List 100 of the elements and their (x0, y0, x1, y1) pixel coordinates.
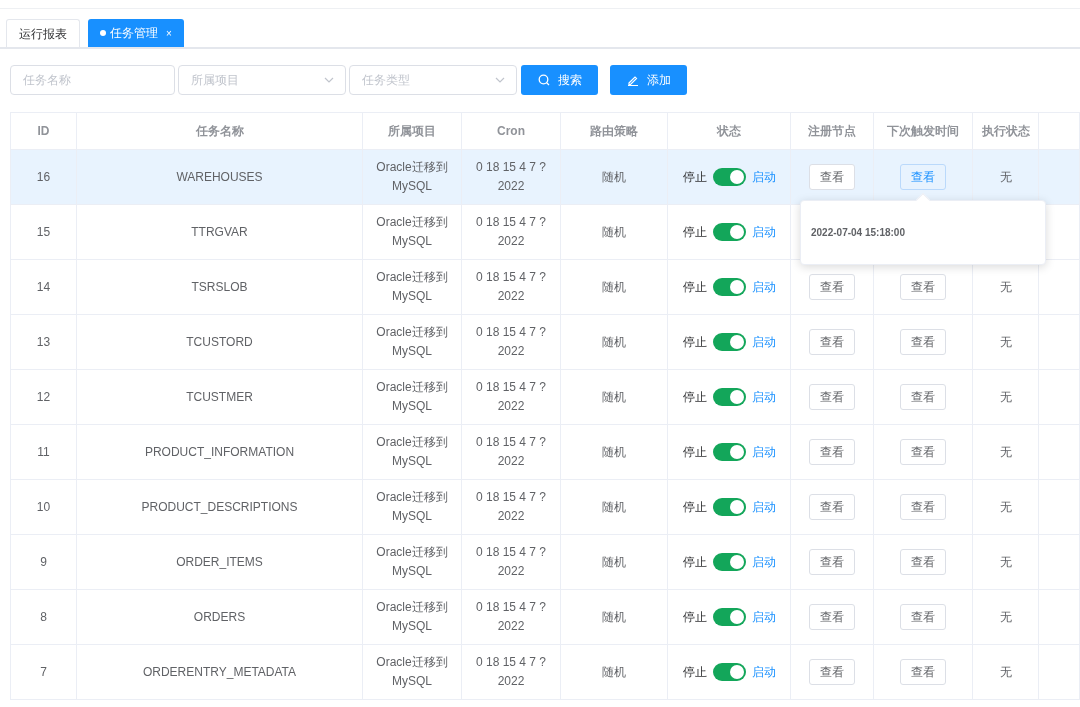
table-cell: Oracle迁移到MySQL (376, 600, 448, 633)
switch-label: 停止 (682, 498, 707, 516)
table-cell: 无 (999, 664, 1012, 679)
toggle-switch[interactable] (712, 663, 746, 681)
table-cell: Oracle迁移到MySQL (376, 160, 448, 193)
input-field[interactable]: 任务名称 (10, 65, 175, 95)
view-button[interactable]: 查看 (900, 329, 946, 355)
switch-label: 停止 (682, 553, 707, 571)
switch-label: 启动 (751, 223, 776, 241)
view-button[interactable]: 查看 (900, 604, 946, 630)
table-cell: 随机 (602, 664, 626, 679)
table-cell: 随机 (602, 609, 626, 624)
switch-label: 停止 (682, 168, 707, 186)
table-cell: ORDERS (193, 609, 246, 624)
table-cell: TSRSLOB (191, 279, 248, 294)
column-header: 状态 (717, 124, 741, 138)
view-button[interactable]: 查看 (900, 659, 946, 685)
select-field[interactable]: 所属项目 (178, 65, 346, 95)
column-header: 路由策略 (590, 124, 638, 138)
table-row[interactable]: 11 PRODUCT_INFORMATION Oracle迁移到MySQL 0 18 15 4 7 ? 2022 随机 停止 启动 查看 查看 无 (10, 424, 1080, 480)
table-cell: 随机 (602, 554, 626, 569)
chevron-down-icon (324, 77, 334, 83)
view-button[interactable]: 查看 (809, 439, 855, 465)
table-cell: 无 (999, 334, 1012, 349)
table-cell: 0 18 15 4 7 ? 2022 (475, 600, 547, 633)
table-row[interactable]: 14 TSRSLOB Oracle迁移到MySQL 0 18 15 4 7 ? 2022 随机 停止 启动 查看 查看 无 (10, 259, 1080, 315)
table-cell: 无 (999, 609, 1012, 624)
switch-label: 停止 (682, 443, 707, 461)
toggle-switch[interactable] (712, 223, 746, 241)
switch-label: 停止 (682, 608, 707, 626)
table-row[interactable]: 16 WAREHOUSES Oracle迁移到MySQL 0 18 15 4 7 ? 2022 随机 停止 启动 查看 查看 无 (10, 149, 1080, 205)
view-button[interactable]: 查看 (809, 549, 855, 575)
switch-label: 停止 (682, 223, 707, 241)
table-cell: 随机 (602, 279, 626, 294)
toggle-switch[interactable] (712, 168, 746, 186)
table-cell: Oracle迁移到MySQL (376, 435, 448, 468)
view-button[interactable]: 查看 (809, 329, 855, 355)
view-button[interactable]: 查看 (809, 274, 855, 300)
toggle-switch[interactable] (712, 608, 746, 626)
toggle-switch[interactable] (712, 333, 746, 351)
switch-label: 启动 (751, 333, 776, 351)
view-button[interactable]: 查看 (900, 274, 946, 300)
switch-label: 停止 (682, 278, 707, 296)
table-row[interactable]: 10 PRODUCT_DESCRIPTIONS Oracle迁移到MySQL 0 18 15 4 7 ? 2022 随机 停止 启动 查看 查看 无 (10, 479, 1080, 535)
table-cell: PRODUCT_DESCRIPTIONS (141, 499, 298, 514)
table-cell: 无 (999, 444, 1012, 459)
view-button[interactable]: 查看 (809, 164, 855, 190)
chevron-down-icon (495, 77, 505, 83)
column-header: Cron (497, 124, 525, 138)
view-button[interactable]: 查看 (809, 659, 855, 685)
table-cell: TCUSTORD (186, 334, 253, 349)
tab[interactable]: 运行报表 (6, 19, 80, 47)
view-button[interactable]: 查看 (900, 439, 946, 465)
table-cell: ORDER_ITEMS (176, 554, 263, 569)
switch-label: 启动 (751, 168, 776, 186)
toggle-switch[interactable] (712, 498, 746, 516)
switch-label: 停止 (682, 333, 707, 351)
table-cell: 随机 (602, 334, 626, 349)
popover-text: 2022-07-04 15:18:00 (811, 226, 905, 240)
table-row[interactable]: 8 ORDERS Oracle迁移到MySQL 0 18 15 4 7 ? 2022 随机 停止 启动 查看 查看 无 (10, 589, 1080, 645)
table-cell: 16 (36, 169, 51, 184)
view-button[interactable]: 查看 (809, 384, 855, 410)
table-cell: Oracle迁移到MySQL (376, 655, 448, 688)
table-cell: 11 (37, 444, 50, 459)
table-cell: 13 (36, 334, 51, 349)
table-row[interactable]: 13 TCUSTORD Oracle迁移到MySQL 0 18 15 4 7 ? 2022 随机 停止 启动 查看 查看 无 (10, 314, 1080, 370)
toggle-switch[interactable] (712, 443, 746, 461)
table-cell: Oracle迁移到MySQL (376, 215, 448, 248)
switch-label: 启动 (751, 608, 776, 626)
table-cell: 12 (36, 389, 51, 404)
toggle-switch[interactable] (712, 388, 746, 406)
view-button[interactable]: 查看 (809, 494, 855, 520)
table-cell: 7 (40, 664, 47, 679)
table-cell: 0 18 15 4 7 ? 2022 (475, 270, 547, 303)
table-cell: PRODUCT_INFORMATION (144, 444, 295, 459)
view-button[interactable]: 查看 (900, 549, 946, 575)
table-row[interactable]: 12 TCUSTMER Oracle迁移到MySQL 0 18 15 4 7 ? 2022 随机 停止 启动 查看 查看 无 (10, 369, 1080, 425)
table-cell: 随机 (602, 224, 626, 239)
table-cell: Oracle迁移到MySQL (376, 380, 448, 413)
search-icon (537, 74, 550, 86)
switch-label: 停止 (682, 663, 707, 681)
toggle-switch[interactable] (712, 553, 746, 571)
table-cell: Oracle迁移到MySQL (376, 545, 448, 578)
switch-label: 启动 (751, 278, 776, 296)
table-cell: 0 18 15 4 7 ? 2022 (475, 160, 547, 193)
column-header: ID (37, 124, 50, 138)
view-button[interactable]: 查看 (900, 494, 946, 520)
view-button[interactable]: 查看 (900, 384, 946, 410)
select-field[interactable]: 任务类型 (349, 65, 517, 95)
table-row[interactable]: 9 ORDER_ITEMS Oracle迁移到MySQL 0 18 15 4 7 ? 2022 随机 停止 启动 查看 查看 无 (10, 534, 1080, 590)
table-cell: 0 18 15 4 7 ? 2022 (475, 380, 547, 413)
view-button[interactable]: 查看 (809, 604, 855, 630)
table-cell: 随机 (602, 169, 626, 184)
switch-label: 启动 (751, 443, 776, 461)
table-cell: 14 (36, 279, 51, 294)
table-cell: 随机 (602, 499, 626, 514)
toggle-switch[interactable] (712, 278, 746, 296)
column-header: 执行状态 (981, 124, 1030, 138)
table-row[interactable]: 7 ORDERENTRY_METADATA Oracle迁移到MySQL 0 18 15 4 7 ? 2022 随机 停止 启动 查看 查看 无 (10, 644, 1080, 700)
table-cell: Oracle迁移到MySQL (376, 270, 448, 303)
